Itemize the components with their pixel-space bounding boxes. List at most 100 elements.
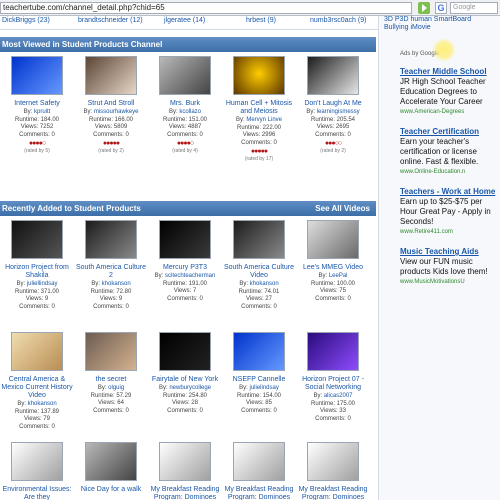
video-views: Views: 9: [99, 296, 123, 302]
ad-headline[interactable]: Teachers - Work at Home: [400, 187, 498, 197]
ad-item[interactable]: Music Teaching Aids View our FUN music p…: [400, 247, 498, 287]
user-link[interactable]: DickBriggs (23): [2, 17, 50, 24]
see-all-videos-link[interactable]: See All Videos: [315, 201, 370, 216]
video-card[interactable]: My Breakfast Reading Program: Dominoes: [222, 442, 296, 500]
video-thumbnail[interactable]: [159, 220, 211, 259]
user-link[interactable]: numb3rsc0ach (9): [310, 17, 366, 24]
video-title[interactable]: My Breakfast Reading Program: Dominoes: [222, 486, 296, 500]
video-title[interactable]: Fairytale of New York: [148, 376, 222, 384]
video-title[interactable]: My Breakfast Reading Program: Dominoes: [148, 486, 222, 500]
video-views: Views: 64: [98, 400, 124, 406]
ad-headline[interactable]: Music Teaching Aids: [400, 247, 498, 257]
video-card[interactable]: Mercury P3T3 By: scitechteacherman Runti…: [148, 220, 222, 303]
video-title[interactable]: Horizon Project from Shakila: [0, 264, 74, 280]
ad-item[interactable]: Teachers - Work at Home Earn up to $25-$…: [400, 187, 498, 237]
video-thumbnail[interactable]: [85, 56, 137, 95]
video-card[interactable]: Don't Laugh At Me By: learningismessy Ru…: [296, 56, 370, 156]
video-title[interactable]: Lee's MMEG Video: [296, 264, 370, 272]
go-icon[interactable]: [418, 2, 430, 14]
video-title[interactable]: Internet Safety: [0, 100, 74, 108]
video-card[interactable]: South America Culture Video By: khokanso…: [222, 220, 296, 311]
video-card[interactable]: Horizon Project from Shakila By: juliell…: [0, 220, 74, 311]
video-thumbnail[interactable]: [11, 442, 63, 481]
video-title[interactable]: Mrs. Burk: [148, 100, 222, 108]
video-title[interactable]: Horizon Project 07 - Social Networking: [296, 376, 370, 392]
ad-url[interactable]: www.Online-Education.n: [400, 167, 498, 177]
video-card[interactable]: My Breakfast Reading Program: Dominoes: [296, 442, 370, 500]
video-thumbnail[interactable]: [307, 56, 359, 95]
video-title[interactable]: Central America & Mexico Current History…: [0, 376, 74, 400]
video-title[interactable]: Environmental Issues: Are they: [0, 486, 74, 500]
video-card[interactable]: Lee's MMEG Video By: LeePal Runtime: 100…: [296, 220, 370, 303]
user-link[interactable]: jlgeratee (14): [164, 17, 205, 24]
video-thumbnail[interactable]: [159, 56, 211, 95]
video-thumbnail[interactable]: [11, 56, 63, 95]
video-comments: Comments: 0: [93, 131, 129, 138]
video-thumbnail[interactable]: [233, 442, 285, 481]
user-link[interactable]: hrbest (9): [246, 17, 276, 24]
video-runtime: Runtime: 175.00: [310, 400, 356, 407]
video-author: By: khokanson: [239, 281, 279, 287]
ad-url[interactable]: www.American-Degrees: [400, 107, 498, 117]
ad-text: JR High School Teacher Education Degrees…: [400, 77, 486, 106]
ad-url[interactable]: www.Retire411.com: [400, 227, 498, 237]
video-comments: Comments: 0: [167, 407, 203, 414]
video-runtime: Runtime: 57.29: [90, 392, 132, 399]
video-comments: Comments: 0: [19, 423, 55, 430]
video-title[interactable]: South America Culture 2: [74, 264, 148, 280]
video-comments: Comments: 0: [19, 131, 55, 138]
video-title[interactable]: My Breakfast Reading Program: Dominoes: [296, 486, 370, 500]
ad-item[interactable]: Teacher Certification Earn your teacher'…: [400, 127, 498, 177]
video-thumbnail[interactable]: [233, 56, 285, 95]
video-thumbnail[interactable]: [85, 332, 137, 371]
video-thumbnail[interactable]: [85, 442, 137, 481]
rating-apples: ●●●○○: [324, 140, 342, 147]
video-author: By: newburycollege: [158, 385, 212, 391]
video-card[interactable]: Environmental Issues: Are they: [0, 442, 74, 500]
video-card[interactable]: My Breakfast Reading Program: Dominoes: [148, 442, 222, 500]
video-title[interactable]: Nice Day for a walk: [74, 486, 148, 494]
video-thumbnail[interactable]: [307, 332, 359, 371]
video-thumbnail[interactable]: [307, 442, 359, 481]
video-card[interactable]: the secret By: olguig Runtime: 57.29 Vie…: [74, 332, 148, 415]
ad-item[interactable]: Teacher Middle School JR High School Tea…: [400, 67, 498, 117]
video-thumbnail[interactable]: [85, 220, 137, 259]
video-card[interactable]: South America Culture 2 By: khokanson Ru…: [74, 220, 148, 311]
rating-apples: ●●●●●: [102, 140, 120, 147]
video-author: By: khokanson: [91, 281, 131, 287]
user-link[interactable]: brandtschneider (12): [78, 17, 143, 24]
tag-links[interactable]: 3D P3D human SmartBoard Bullying iMovie: [384, 16, 494, 32]
video-title[interactable]: Mercury P3T3: [148, 264, 222, 272]
video-title[interactable]: Human Cell + Mitosis and Meiosis: [222, 100, 296, 116]
video-thumbnail[interactable]: [233, 332, 285, 371]
video-card[interactable]: Strut And Stroll By: missourhawkeye Runt…: [74, 56, 148, 156]
users-row: DickBriggs (23) brandtschneider (12) jlg…: [0, 16, 378, 30]
video-title[interactable]: Strut And Stroll: [74, 100, 148, 108]
mouse-cursor-icon: [432, 38, 456, 62]
video-card[interactable]: Horizon Project 07 - Social Networking B…: [296, 332, 370, 423]
video-title[interactable]: NSEFP Cannelle: [222, 376, 296, 384]
video-author: By: learningismessy: [306, 109, 360, 115]
search-input[interactable]: Google: [450, 2, 498, 14]
ad-headline[interactable]: Teacher Certification: [400, 127, 498, 137]
video-thumbnail[interactable]: [11, 220, 63, 259]
video-thumbnail[interactable]: [159, 442, 211, 481]
video-thumbnail[interactable]: [11, 332, 63, 371]
address-bar[interactable]: teachertube.com/channel_detail.php?chid=…: [0, 2, 412, 14]
ad-url[interactable]: www.MusicMotivationsU: [400, 277, 498, 287]
video-title[interactable]: the secret: [74, 376, 148, 384]
video-thumbnail[interactable]: [233, 220, 285, 259]
video-card[interactable]: Nice Day for a walk: [74, 442, 148, 495]
ad-headline[interactable]: Teacher Middle School: [400, 67, 498, 77]
video-title[interactable]: Don't Laugh At Me: [296, 100, 370, 108]
google-icon[interactable]: G: [435, 2, 447, 14]
video-card[interactable]: Central America & Mexico Current History…: [0, 332, 74, 431]
video-card[interactable]: NSEFP Cannelle By: julielindsay Runtime:…: [222, 332, 296, 415]
video-thumbnail[interactable]: [159, 332, 211, 371]
video-thumbnail[interactable]: [307, 220, 359, 259]
video-card[interactable]: Fairytale of New York By: newburycollege…: [148, 332, 222, 415]
video-title[interactable]: South America Culture Video: [222, 264, 296, 280]
video-card[interactable]: Internet Safety By: kpruitt Runtime: 184…: [0, 56, 74, 156]
video-card[interactable]: Mrs. Burk By: kcollazo Runtime: 151.00 V…: [148, 56, 222, 156]
video-card[interactable]: Human Cell + Mitosis and Meiosis By: Mer…: [222, 56, 296, 164]
